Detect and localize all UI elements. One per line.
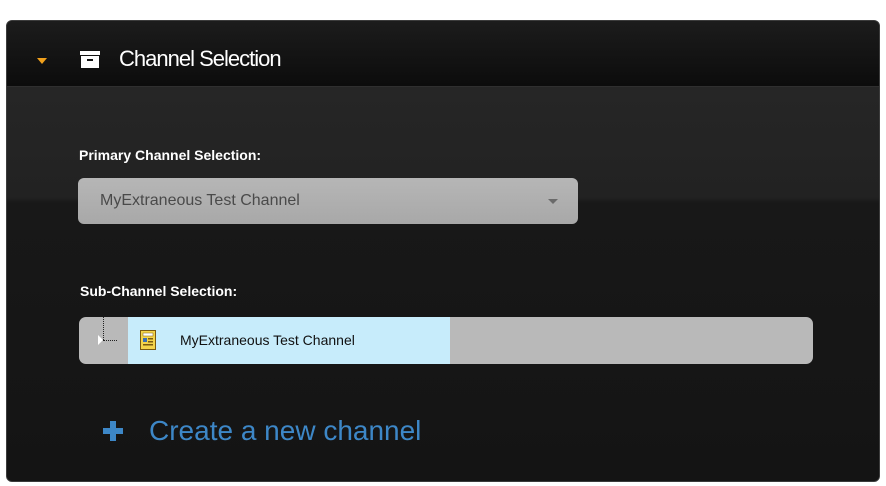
plus-icon	[103, 421, 123, 441]
tree-connector-horizontal	[103, 340, 117, 341]
panel-header[interactable]: Channel Selection	[7, 21, 879, 87]
caret-down-icon[interactable]	[37, 58, 47, 64]
create-channel-link[interactable]: Create a new channel	[103, 415, 421, 447]
channel-selection-panel: Channel Selection Primary Channel Select…	[6, 20, 880, 482]
tree-node-label: MyExtraneous Test Channel	[180, 332, 355, 348]
chevron-down-icon	[548, 199, 558, 204]
channel-document-icon	[140, 330, 156, 350]
panel-body: Primary Channel Selection: MyExtraneous …	[7, 87, 879, 481]
primary-channel-select[interactable]: MyExtraneous Test Channel	[78, 178, 578, 224]
create-channel-label: Create a new channel	[149, 415, 422, 446]
tree-expand-icon[interactable]	[98, 335, 103, 345]
sub-channel-tree[interactable]: MyExtraneous Test Channel	[79, 317, 813, 364]
archive-box-icon	[80, 51, 100, 68]
primary-channel-value: MyExtraneous Test Channel	[100, 192, 300, 209]
sub-channel-label: Sub-Channel Selection:	[80, 283, 238, 299]
panel-title: Channel Selection	[119, 46, 282, 71]
tree-node-selected[interactable]: MyExtraneous Test Channel	[128, 317, 450, 364]
tree-connector-vertical	[103, 317, 104, 340]
primary-channel-label: Primary Channel Selection:	[79, 147, 262, 163]
